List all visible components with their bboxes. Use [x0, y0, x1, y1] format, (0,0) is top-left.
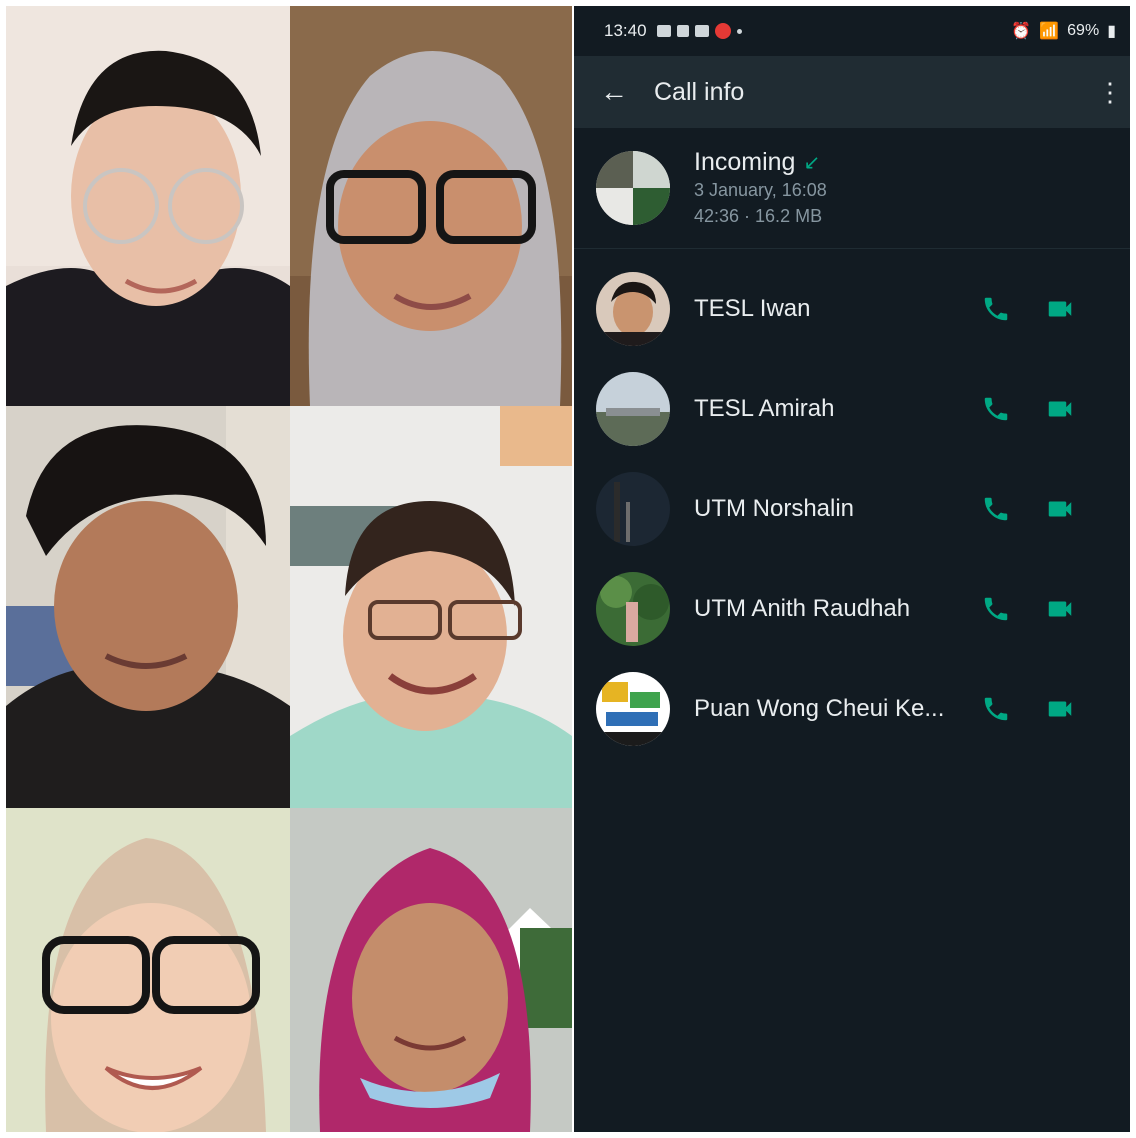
participant-avatar [596, 372, 670, 446]
video-camera-icon[interactable] [1028, 394, 1092, 424]
participant-name: Puan Wong Cheui Ke... [694, 695, 945, 722]
app-bar: ← Call info ⋮ [574, 56, 1130, 128]
participant-photo-5 [6, 808, 290, 1132]
participant-name: TESL Amirah [694, 395, 835, 422]
call-direction: Incoming [694, 147, 796, 176]
status-right: ⏰ 📶 69% ▮ [1011, 21, 1116, 41]
participant-avatar [596, 572, 670, 646]
video-tile-6 [290, 808, 572, 1132]
phone-icon[interactable] [964, 494, 1028, 524]
participant-avatar [596, 472, 670, 546]
notification-icons [656, 23, 742, 39]
app-badge-icon [714, 23, 731, 39]
video-camera-icon[interactable] [1028, 594, 1092, 624]
participant-avatar [596, 272, 670, 346]
video-tile-1 [6, 6, 290, 406]
gallery-icon [694, 25, 709, 37]
participant-name: UTM Norshalin [694, 495, 855, 522]
call-details: Incoming ↙ 3 January, 16:08 42:36 · 16.2… [694, 148, 827, 229]
participant-photo-4 [290, 406, 572, 808]
incoming-arrow-icon: ↙ [803, 151, 821, 174]
phone-icon[interactable] [964, 294, 1028, 324]
phone-icon[interactable] [964, 694, 1028, 724]
participant-name: TESL Iwan [694, 295, 811, 322]
battery-icon: ▮ [1107, 23, 1116, 40]
group-avatar [596, 151, 670, 225]
status-bar: 13:40 ⏰ 📶 69% ▮ [574, 6, 1130, 56]
participant-row[interactable]: UTM Norshalin [574, 459, 1130, 559]
participant-row[interactable]: TESL Amirah [574, 359, 1130, 459]
participant-row[interactable]: TESL Iwan [574, 259, 1130, 359]
more-vertical-icon[interactable]: ⋮ [1090, 77, 1130, 108]
message-icon [656, 25, 671, 37]
signal-icon: 📶 [1039, 23, 1060, 40]
call-direction-row: Incoming ↙ [694, 148, 827, 177]
video-tile-5 [6, 808, 290, 1132]
participant-photo-6 [290, 808, 572, 1132]
video-camera-icon[interactable] [1028, 494, 1092, 524]
video-tile-2 [290, 6, 572, 406]
participant-photo-3 [6, 406, 290, 808]
participant-photo-1 [6, 6, 290, 406]
participant-list: TESL Iwan TESL Amirah UTM Norshalin UTM … [574, 249, 1130, 759]
status-time: 13:40 [604, 21, 647, 40]
video-call-grid [6, 6, 572, 1132]
alarm-icon: ⏰ [1011, 23, 1032, 40]
participant-name: UTM Anith Raudhah [694, 595, 911, 622]
more-notifications-icon [736, 28, 742, 34]
arrow-left-icon[interactable]: ← [574, 76, 654, 108]
phone-icon[interactable] [964, 594, 1028, 624]
participant-row[interactable]: Puan Wong Cheui Ke... [574, 659, 1130, 759]
battery-level: 69% [1067, 22, 1100, 39]
video-camera-icon[interactable] [1028, 694, 1092, 724]
call-date-time: 3 January, 16:08 [694, 179, 827, 200]
phone-icon[interactable] [964, 394, 1028, 424]
video-tile-4 [290, 406, 572, 808]
page-title: Call info [654, 77, 745, 106]
notification-icon [676, 25, 689, 37]
video-camera-icon[interactable] [1028, 294, 1092, 324]
video-tile-3 [6, 406, 290, 808]
call-info-screen: 13:40 ⏰ 📶 69% ▮ ← Call info ⋮ Incoming ↙… [574, 6, 1130, 1132]
participant-row[interactable]: UTM Anith Raudhah [574, 559, 1130, 659]
call-summary: Incoming ↙ 3 January, 16:08 42:36 · 16.2… [574, 128, 1130, 249]
call-duration-size: 42:36 · 16.2 MB [694, 205, 823, 226]
participant-photo-2 [290, 6, 572, 406]
participant-avatar [596, 672, 670, 746]
